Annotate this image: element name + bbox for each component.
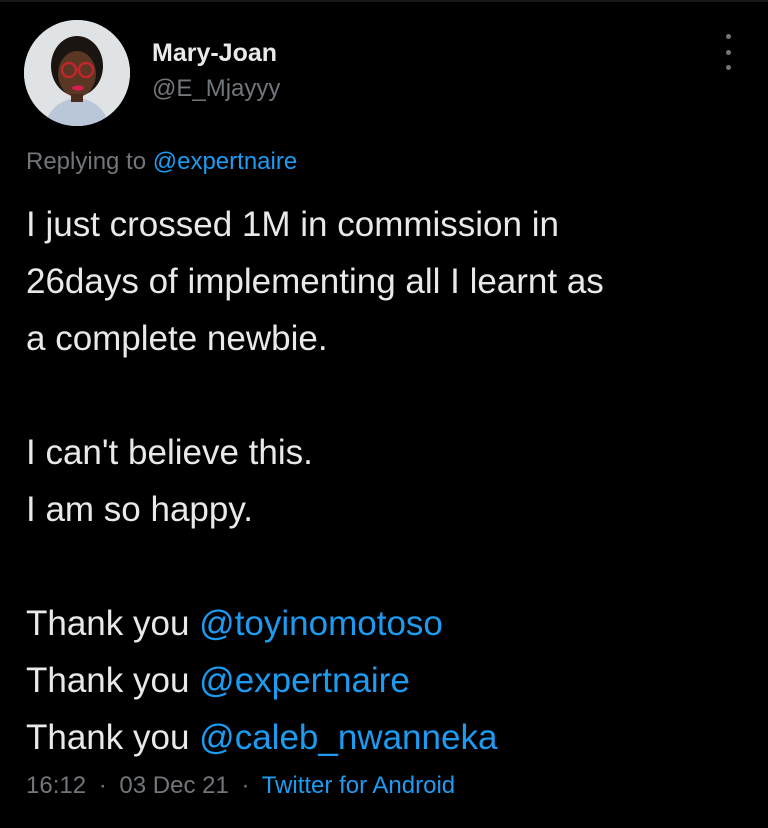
tweet-text-line: I can't believe this.	[26, 433, 313, 472]
tweet-text-line: 26days of implementing all I learnt as	[26, 262, 604, 301]
top-divider	[0, 0, 768, 2]
tweet-time[interactable]: 16:12	[26, 772, 86, 799]
avatar-image	[24, 20, 130, 126]
replying-to: Replying to @expertnaire	[26, 148, 297, 176]
tweet-text-line: I am so happy.	[26, 490, 253, 529]
tweet-text-line: I just crossed 1M in commission in	[26, 205, 559, 244]
more-dot	[725, 34, 731, 39]
thank-you-line: Thank you @caleb_nwanneka	[26, 709, 746, 766]
author-handle[interactable]: @E_Mjayyy	[152, 74, 280, 104]
thank-you-text: Thank you	[26, 661, 190, 700]
author-display-name[interactable]: Mary-Joan	[152, 38, 280, 68]
meta-separator: ·	[98, 772, 107, 799]
thank-you-line: Thank you @expertnaire	[26, 652, 746, 709]
thank-you-text: Thank you	[26, 718, 190, 757]
mention-link-toyinomotoso[interactable]: @toyinomotoso	[199, 604, 443, 643]
more-vertical-icon[interactable]	[718, 34, 738, 70]
author-info: Mary-Joan @E_Mjayyy	[152, 38, 280, 104]
thank-you-line: Thank you @toyinomotoso	[26, 595, 746, 652]
tweet-text-line: a complete newbie.	[26, 319, 328, 358]
tweet-source-link[interactable]: Twitter for Android	[262, 772, 455, 799]
mention-link-expertnaire[interactable]: @expertnaire	[199, 661, 410, 700]
tweet-meta: 16:12 · 03 Dec 21 · Twitter for Android	[26, 772, 455, 800]
meta-separator: ·	[241, 772, 250, 799]
replying-to-label: Replying to	[26, 148, 147, 175]
thank-you-text: Thank you	[26, 604, 190, 643]
mention-link-caleb-nwanneka[interactable]: @caleb_nwanneka	[199, 718, 497, 757]
tweet-text: I just crossed 1M in commission in 26day…	[26, 196, 746, 766]
replying-to-handle-link[interactable]: @expertnaire	[153, 148, 297, 175]
avatar[interactable]	[24, 20, 130, 126]
more-dot	[725, 49, 731, 55]
more-dot	[725, 65, 731, 70]
tweet-date[interactable]: 03 Dec 21	[119, 772, 228, 799]
